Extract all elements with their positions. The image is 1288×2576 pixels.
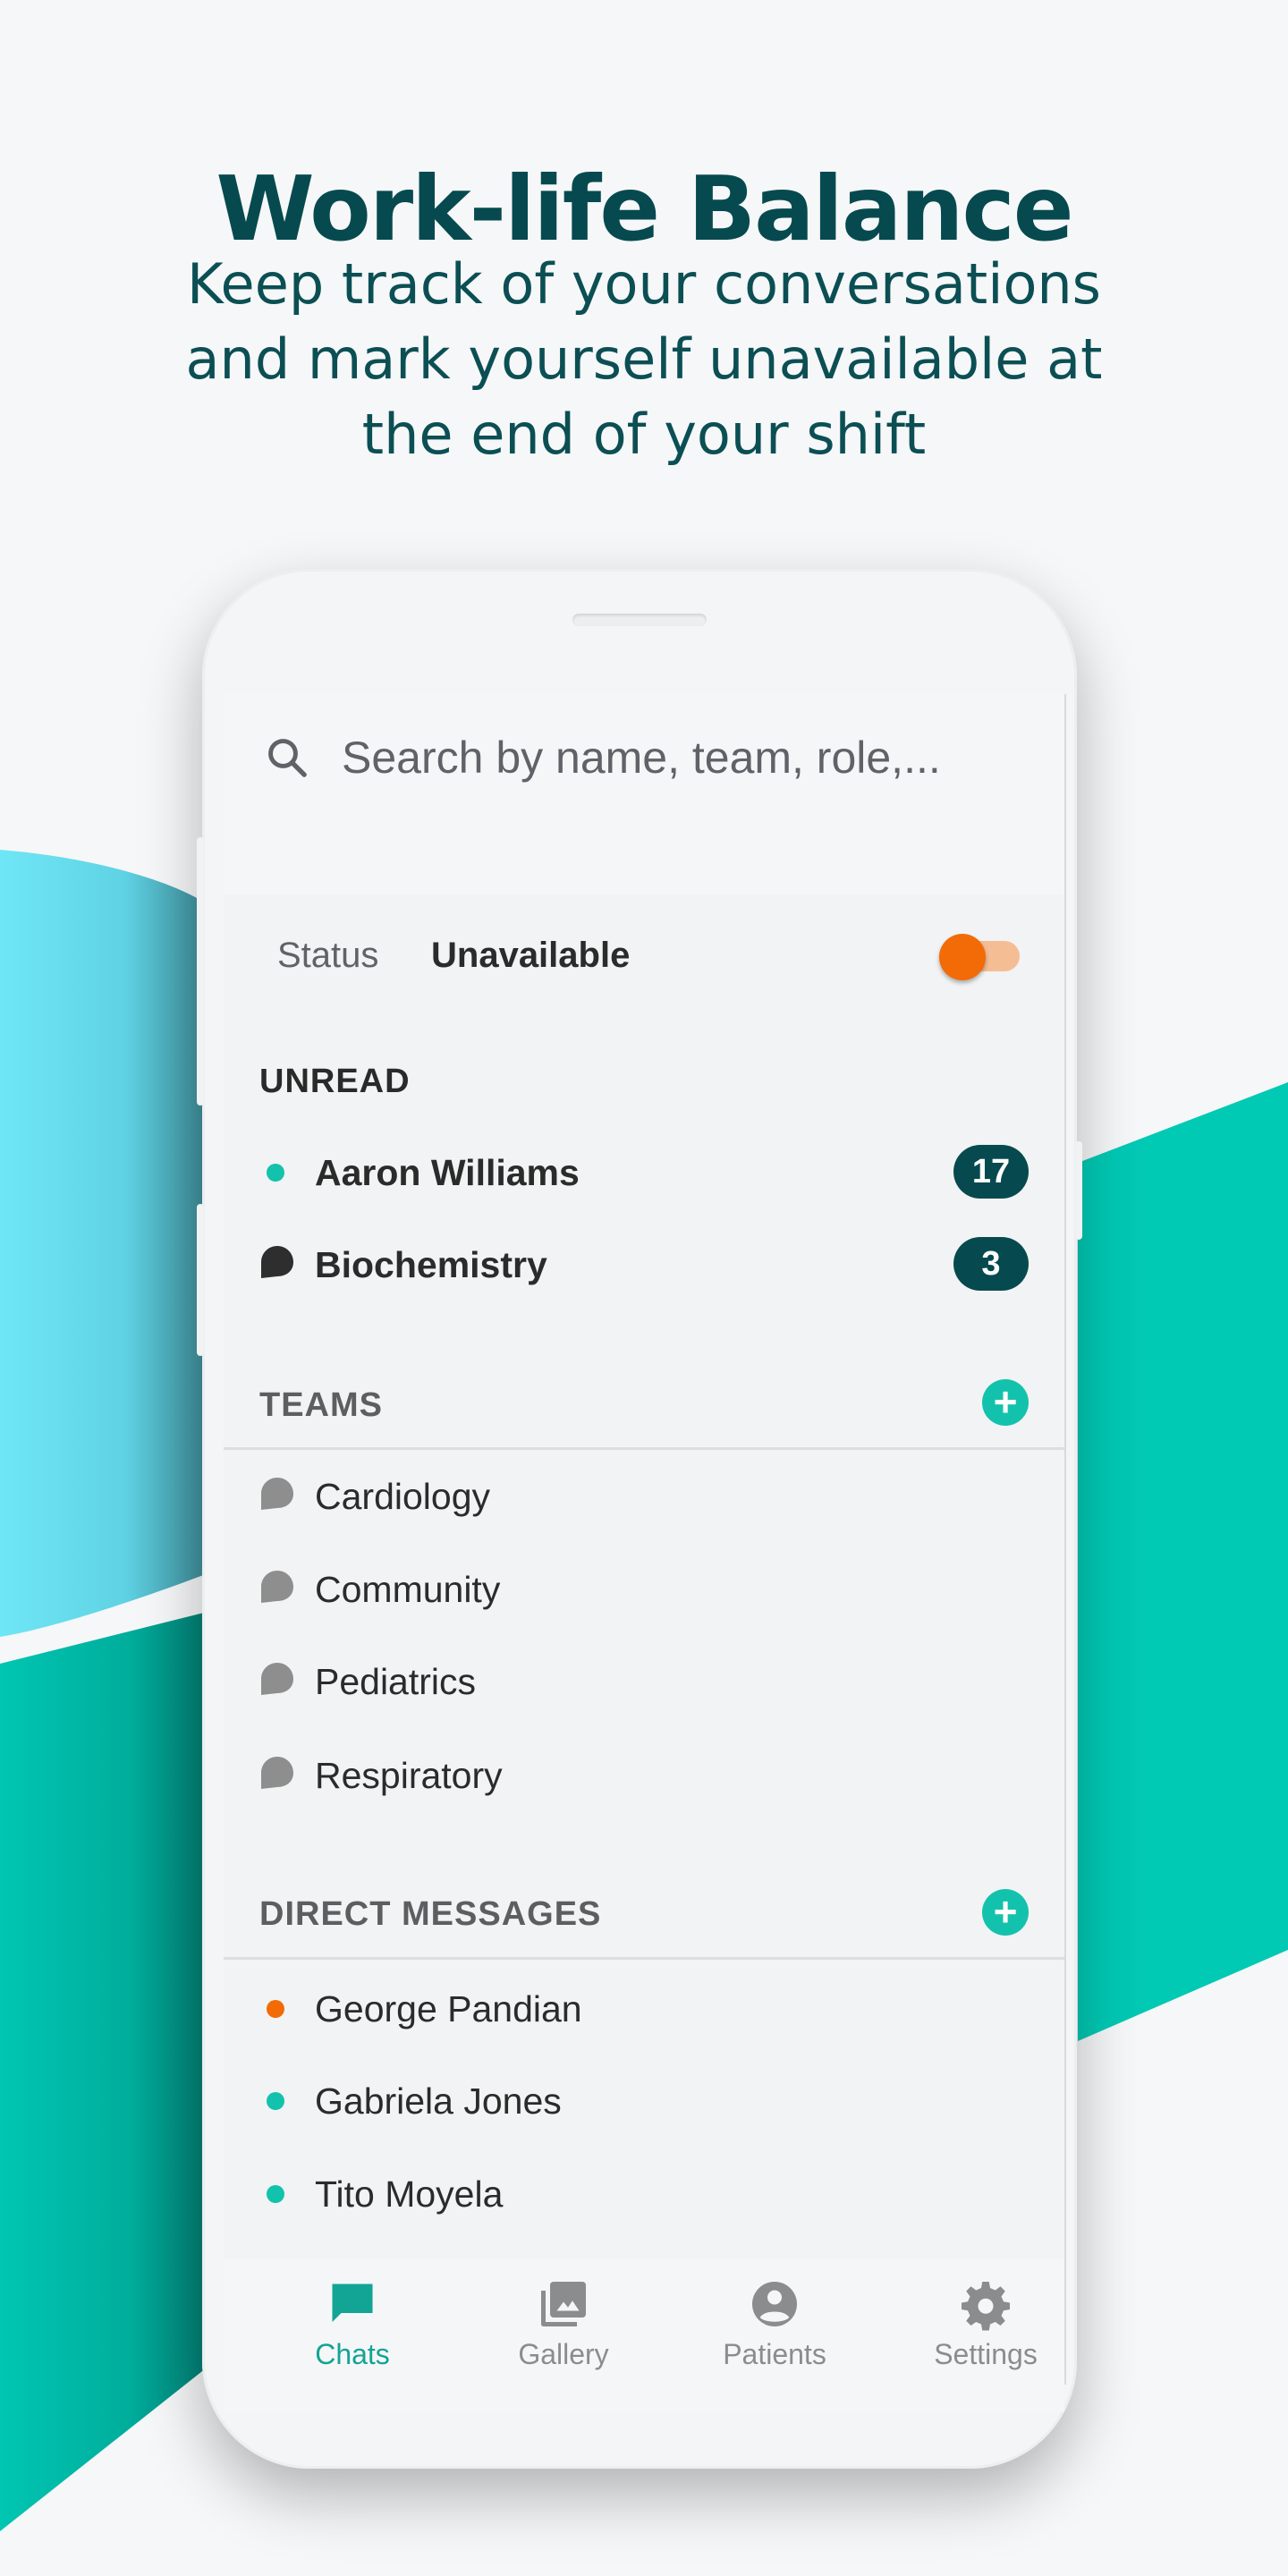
nav-label: Patients (723, 2338, 826, 2370)
teal-band-right-shape (1078, 1082, 1288, 2041)
subtitle-line: and mark yourself unavailable at (185, 326, 1103, 392)
dm-item-gabriela-jones[interactable]: Gabriela Jones (259, 2064, 1029, 2136)
phone-frame: Status Unavailable UNREAD Aaron Williams… (197, 569, 1082, 2469)
phone-side-button (197, 1204, 204, 1356)
dm-item-label: Gabriela Jones (315, 2080, 562, 2122)
page-title: Work-life Balance (216, 157, 1073, 261)
team-item-cardiology[interactable]: Cardiology (259, 1460, 1029, 1531)
nav-label: Gallery (518, 2338, 609, 2370)
nav-tab-settings[interactable]: Settings (896, 2277, 1075, 2402)
add-team-button[interactable]: + (982, 1379, 1029, 1426)
phone-side-button (197, 837, 204, 1106)
team-chat-bubble-icon (261, 1478, 293, 1510)
presence-unavailable-icon (267, 2000, 284, 2018)
nav-tab-gallery[interactable]: Gallery (474, 2277, 653, 2402)
presence-available-icon (267, 2092, 284, 2110)
app-screen: Status Unavailable UNREAD Aaron Williams… (224, 694, 1066, 2385)
dm-item-label: George Pandian (315, 1988, 582, 2029)
dm-item-label: Tito Moyela (315, 2174, 504, 2215)
phone-side-button (1075, 1141, 1082, 1240)
team-item-label: Pediatrics (315, 1661, 477, 1702)
unread-count-badge: 3 (953, 1237, 1029, 1291)
search-icon (268, 739, 307, 777)
team-item-label: Community (315, 1569, 501, 1610)
team-item-label: Respiratory (315, 1755, 503, 1796)
team-chat-bubble-icon (261, 1663, 293, 1695)
team-item-respiratory[interactable]: Respiratory (259, 1739, 1029, 1810)
page-subtitle: Keep track of your conversations and mar… (107, 247, 1181, 472)
dm-item-tito-moyela[interactable]: Tito Moyela (259, 2157, 1029, 2229)
add-direct-message-button[interactable]: + (982, 1889, 1029, 1936)
status-row: Status Unavailable (224, 894, 1064, 1011)
unread-item-biochemistry[interactable]: Biochemistry 3 (259, 1228, 1029, 1300)
unread-heading: UNREAD (259, 1063, 411, 1100)
nav-tab-chats[interactable]: Chats (263, 2277, 442, 2402)
team-item-pediatrics[interactable]: Pediatrics (259, 1645, 1029, 1716)
team-item-label: Cardiology (315, 1476, 490, 1517)
subtitle-line: the end of your shift (361, 402, 927, 467)
teams-heading: TEAMS (259, 1386, 383, 1424)
direct-messages-divider (224, 1957, 1064, 1960)
person-icon (752, 2282, 797, 2326)
chat-icon (332, 2284, 373, 2322)
gear-icon (962, 2282, 1010, 2331)
team-item-community[interactable]: Community (259, 1553, 1029, 1624)
plus-icon: + (993, 1888, 1018, 1935)
team-chat-bubble-icon (261, 1757, 293, 1789)
teams-divider (224, 1447, 1064, 1450)
toggle-thumb (939, 934, 986, 980)
team-chat-bubble-icon (261, 1246, 293, 1278)
status-value: Unavailable (431, 936, 631, 975)
subtitle-line: Keep track of your conversations (186, 251, 1101, 317)
cyan-blob-shape (0, 850, 206, 1637)
search-input[interactable] (342, 724, 1021, 791)
gallery-icon (541, 2282, 586, 2326)
bottom-navigation: Chats Gallery Patients Settings (224, 2259, 1064, 2411)
status-label: Status (277, 936, 379, 975)
plus-icon: + (993, 1378, 1018, 1425)
nav-label: Settings (934, 2338, 1038, 2370)
presence-available-icon (267, 1164, 284, 1182)
direct-messages-heading: DIRECT MESSAGES (259, 1895, 602, 1933)
search-bar (224, 694, 1064, 894)
nav-label: Chats (315, 2338, 390, 2370)
phone-speaker (572, 614, 707, 626)
nav-tab-patients[interactable]: Patients (685, 2277, 864, 2402)
availability-toggle[interactable] (939, 934, 1021, 980)
team-chat-bubble-icon (261, 1571, 293, 1603)
unread-item-aaron-williams[interactable]: Aaron Williams 17 (259, 1136, 1029, 1208)
teal-band-left-shape (0, 1610, 215, 2531)
presence-available-icon (267, 2185, 284, 2203)
unread-item-label: Biochemistry (315, 1244, 547, 1285)
unread-item-label: Aaron Williams (315, 1152, 580, 1193)
dm-item-george-pandian[interactable]: George Pandian (259, 1972, 1029, 2044)
unread-count-badge: 17 (953, 1145, 1029, 1199)
